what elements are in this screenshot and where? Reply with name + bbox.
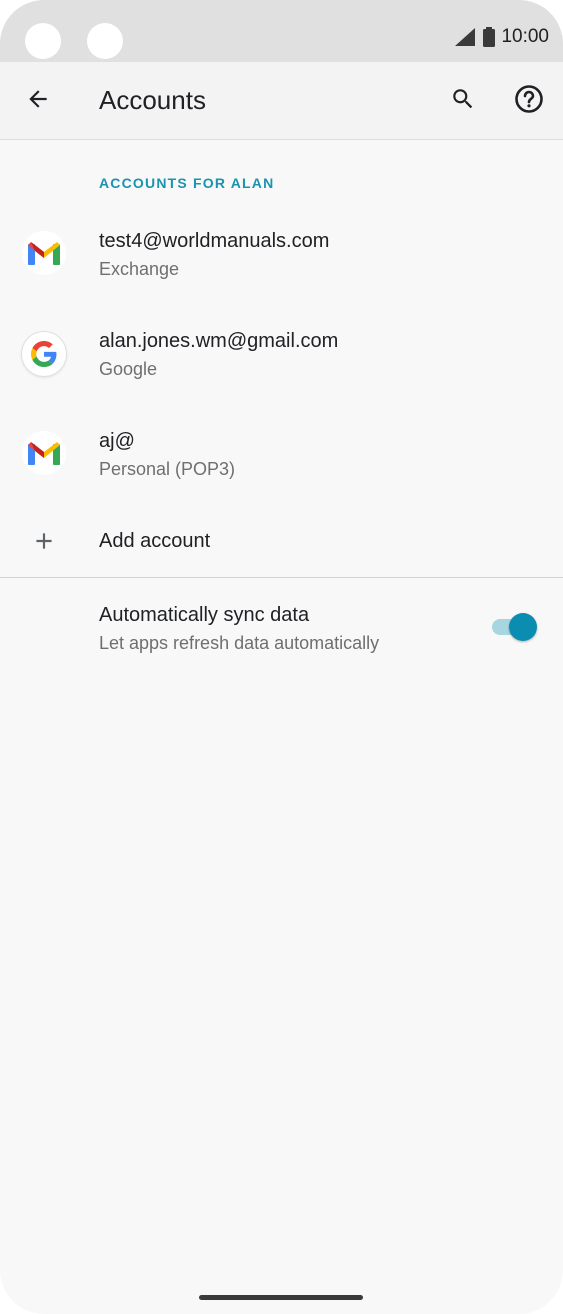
arrow-back-icon (25, 86, 51, 117)
account-type: Google (99, 359, 158, 379)
help-icon (514, 84, 544, 119)
account-email: aj@ (99, 430, 135, 452)
add-account-button[interactable]: Add account (0, 508, 563, 574)
account-item[interactable]: alan.jones.wm@gmail.com Google (0, 308, 563, 400)
battery-icon (483, 27, 496, 47)
status-time: 10:00 (501, 26, 549, 47)
plus-icon (22, 519, 66, 563)
camera-cutout (25, 23, 61, 59)
signal-icon (455, 28, 476, 46)
home-indicator[interactable] (199, 1295, 363, 1300)
camera-cutout (87, 23, 123, 59)
page-title: Accounts (99, 85, 206, 115)
search-button[interactable] (442, 80, 484, 122)
account-type: Personal (POP3) (99, 459, 236, 479)
account-item[interactable]: aj@ Personal (POP3) (0, 408, 563, 500)
back-button[interactable] (17, 80, 59, 122)
status-icons: 10:00 (455, 26, 549, 48)
add-account-label: Add account (99, 530, 211, 552)
google-icon (22, 332, 66, 376)
auto-sync-subtitle: Let apps refresh data automatically (99, 633, 380, 653)
account-item[interactable]: test4@worldmanuals.com Exchange (0, 208, 563, 300)
app-bar: Accounts (0, 62, 563, 140)
account-email: alan.jones.wm@gmail.com (99, 330, 339, 352)
account-email: test4@worldmanuals.com (99, 230, 330, 252)
phone-screen: 10:00 Accounts ACCOUNTS FOR ALAN test4@w… (0, 0, 563, 1314)
auto-sync-row[interactable]: Automatically sync data Let apps refresh… (0, 586, 563, 668)
status-bar: 10:00 (0, 0, 563, 62)
help-button[interactable] (508, 80, 550, 122)
auto-sync-title: Automatically sync data (99, 604, 310, 626)
auto-sync-toggle[interactable] (492, 612, 538, 642)
account-type: Exchange (99, 259, 180, 279)
divider (0, 577, 563, 578)
search-icon (450, 86, 476, 117)
toggle-thumb (509, 613, 537, 641)
gmail-icon (22, 231, 66, 275)
gmail-icon (22, 431, 66, 475)
section-header: ACCOUNTS FOR ALAN (99, 175, 275, 191)
